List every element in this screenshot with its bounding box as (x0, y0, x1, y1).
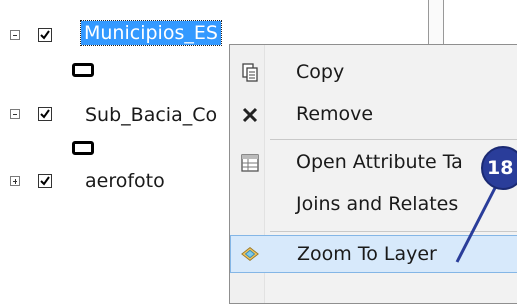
expand-toggle-aerofoto[interactable] (10, 176, 20, 186)
panel-splitter[interactable] (428, 0, 444, 45)
checkmark-icon (40, 30, 50, 40)
polygon-symbol-icon (72, 63, 94, 77)
menu-item-joins-relates[interactable]: Joins and Relates (232, 187, 517, 223)
menu-item-remove[interactable]: Remove (232, 97, 517, 133)
menu-separator (270, 139, 517, 140)
step-number: 18 (487, 157, 514, 179)
menu-item-label: Zoom To Layer (297, 243, 437, 265)
menu-item-copy[interactable]: Copy (232, 55, 517, 91)
menu-item-label: Open Attribute Ta (296, 151, 463, 173)
collapse-toggle-sub-bacia[interactable] (10, 109, 20, 119)
remove-icon (242, 107, 258, 123)
visibility-checkbox-municipios[interactable] (38, 28, 52, 42)
zoom-to-layer-icon (241, 247, 259, 261)
step-number-badge: 18 (481, 146, 517, 190)
checkmark-icon (40, 176, 50, 186)
menu-item-label: Joins and Relates (296, 193, 459, 215)
layer-name-aerofoto[interactable]: aerofoto (85, 169, 165, 193)
attribute-table-icon (241, 154, 259, 172)
layer-name-sub-bacia[interactable]: Sub_Bacia_Co (85, 103, 217, 127)
collapse-toggle-municipios[interactable] (10, 30, 20, 40)
menu-item-zoom-to-layer[interactable]: Zoom To Layer (230, 235, 517, 273)
visibility-checkbox-aerofoto[interactable] (38, 174, 52, 188)
copy-icon (242, 63, 258, 82)
visibility-checkbox-sub-bacia[interactable] (38, 107, 52, 121)
layer-name-municipios[interactable]: Municipios_ES (80, 20, 222, 46)
menu-separator (270, 231, 517, 232)
polygon-symbol-icon (72, 141, 94, 155)
menu-item-open-attribute-table[interactable]: Open Attribute Ta (232, 145, 517, 181)
checkmark-icon (40, 109, 50, 119)
context-menu: Copy Remove Open Attribute Ta Joins and … (229, 44, 517, 304)
menu-item-label: Remove (296, 103, 374, 125)
menu-item-label: Copy (296, 61, 345, 83)
